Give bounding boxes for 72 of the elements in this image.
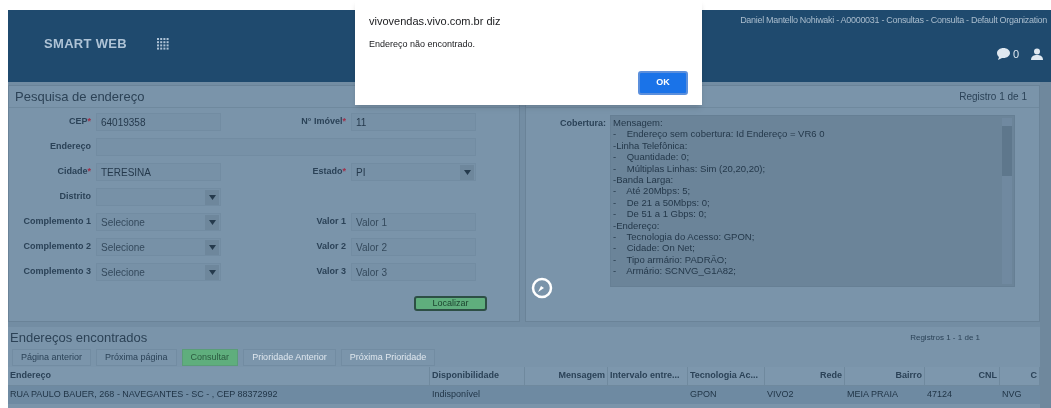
record-counter: Registros 1 - 1 de 1 — [910, 332, 980, 344]
record-counter: Registro 1 de 1 — [959, 90, 1027, 104]
coverage-text-line: - Múltiplas Linhas: Sim (20,20,20); — [613, 162, 767, 175]
dialog-title: vivovendas.vivo.com.br diz — [369, 14, 502, 29]
select-field[interactable] — [96, 188, 221, 206]
grid-icon[interactable] — [157, 38, 170, 50]
coverage-text-line: - Até 20Mbps: 5; — [613, 185, 692, 197]
coverage-text-line: - Endereço sem cobertura: Id Endereço = VR6 0 — [613, 128, 826, 140]
table-cell: VIVO2 — [767, 388, 794, 402]
loading-spinner-icon — [531, 277, 553, 299]
notification-count: 0 — [1012, 46, 1019, 62]
table-cell: NVG — [1002, 388, 1022, 402]
field-label: Valor 3 — [315, 265, 346, 279]
column-header[interactable]: Disponibilidade — [430, 367, 525, 385]
coverage-text-line: - De 51 a 1 Gbps: 0; — [613, 208, 708, 220]
coverage-text-line: - Tipo armário: PADRÃO; — [613, 253, 728, 266]
select-field[interactable]: Selecione — [96, 238, 221, 256]
table-cell: RUA PAULO BAUER, 268 - NAVEGANTES - SC - , CEP 88372992 — [10, 388, 278, 402]
column-header[interactable]: Bairro — [845, 367, 925, 385]
toolbar-button[interactable]: Consultar — [181, 349, 239, 366]
field-label: Distrito — [58, 190, 91, 204]
input-field[interactable]: Valor 3 — [351, 263, 476, 281]
field-label: N° Imóvel* — [300, 115, 346, 129]
coverage-text-line: - Armário: SCNVG_G1A82; — [613, 265, 737, 277]
select-field[interactable]: Selecione — [96, 263, 221, 281]
ok-button[interactable]: OK — [638, 71, 688, 95]
coverage-text-line: - De 21 a 50Mbps: 0; — [613, 196, 711, 209]
column-header[interactable]: Intervalo entre... — [608, 367, 688, 385]
field-label: Cidade* — [56, 165, 91, 179]
toolbar-button[interactable]: Próxima página — [96, 349, 177, 366]
field-label: Complemento 2 — [22, 240, 91, 254]
locate-button[interactable]: Localizar — [414, 296, 487, 311]
field-label: Estado* — [311, 165, 346, 179]
brand-name: SMART WEB — [44, 35, 128, 54]
column-header[interactable]: Mensagem — [525, 367, 608, 385]
user-icon[interactable] — [1031, 47, 1043, 60]
input-field[interactable]: Valor 1 — [351, 213, 476, 231]
input-field[interactable]: TERESINA — [96, 163, 221, 181]
coverage-text-line: -Banda Larga: — [613, 174, 675, 186]
table-cell: Indisponível — [432, 388, 481, 402]
select-field[interactable]: Selecione — [96, 213, 221, 231]
coverage-text-line: Mensagem: — [613, 117, 664, 129]
coverage-text-line: - Cidade: On Net; — [613, 242, 696, 254]
input-field[interactable]: 64019358 — [96, 113, 221, 131]
field-label: Valor 2 — [315, 240, 346, 254]
dialog-message: Endereço não encontrado. — [369, 37, 477, 51]
table-cell: MEIA PRAIA — [847, 388, 899, 402]
column-header[interactable]: Endereço — [8, 367, 430, 385]
field-label: Complemento 3 — [22, 265, 91, 279]
input-field[interactable]: 11 — [351, 113, 476, 131]
coverage-textarea[interactable] — [610, 115, 1015, 287]
column-header[interactable]: Tecnologia Ac... — [688, 367, 765, 385]
select-field[interactable]: PI — [351, 163, 476, 181]
chat-icon[interactable] — [996, 47, 1010, 60]
column-header[interactable]: CNL — [925, 367, 1000, 385]
table-cell: GPON — [690, 388, 717, 402]
field-label: Complemento 1 — [22, 215, 91, 229]
toolbar-button[interactable]: Página anterior — [12, 349, 92, 366]
page-scrollbar[interactable] — [1040, 82, 1051, 408]
panel-title: Endereços encontrados — [10, 329, 148, 348]
coverage-text-line: - Quantidade: 0; — [613, 151, 691, 163]
coverage-text-line: -Linha Telefônica: — [613, 139, 689, 152]
input-field[interactable]: Valor 2 — [351, 238, 476, 256]
field-label: Cobertura: — [559, 117, 606, 130]
table-cell: 47124 — [927, 388, 953, 402]
column-header[interactable]: Rede — [765, 367, 845, 385]
field-label: Endereço — [49, 140, 91, 154]
user-info: Daniel Mantello Nohiwaki - A0000031 - Consultas - Consulta - Default Organization — [740, 14, 1047, 27]
coverage-text-line: -Endereço: — [613, 219, 661, 232]
field-label: Valor 1 — [315, 215, 346, 229]
coverage-text-line: - Tecnologia do Acesso: GPON; — [613, 231, 756, 243]
field-label: CEP* — [67, 115, 91, 129]
